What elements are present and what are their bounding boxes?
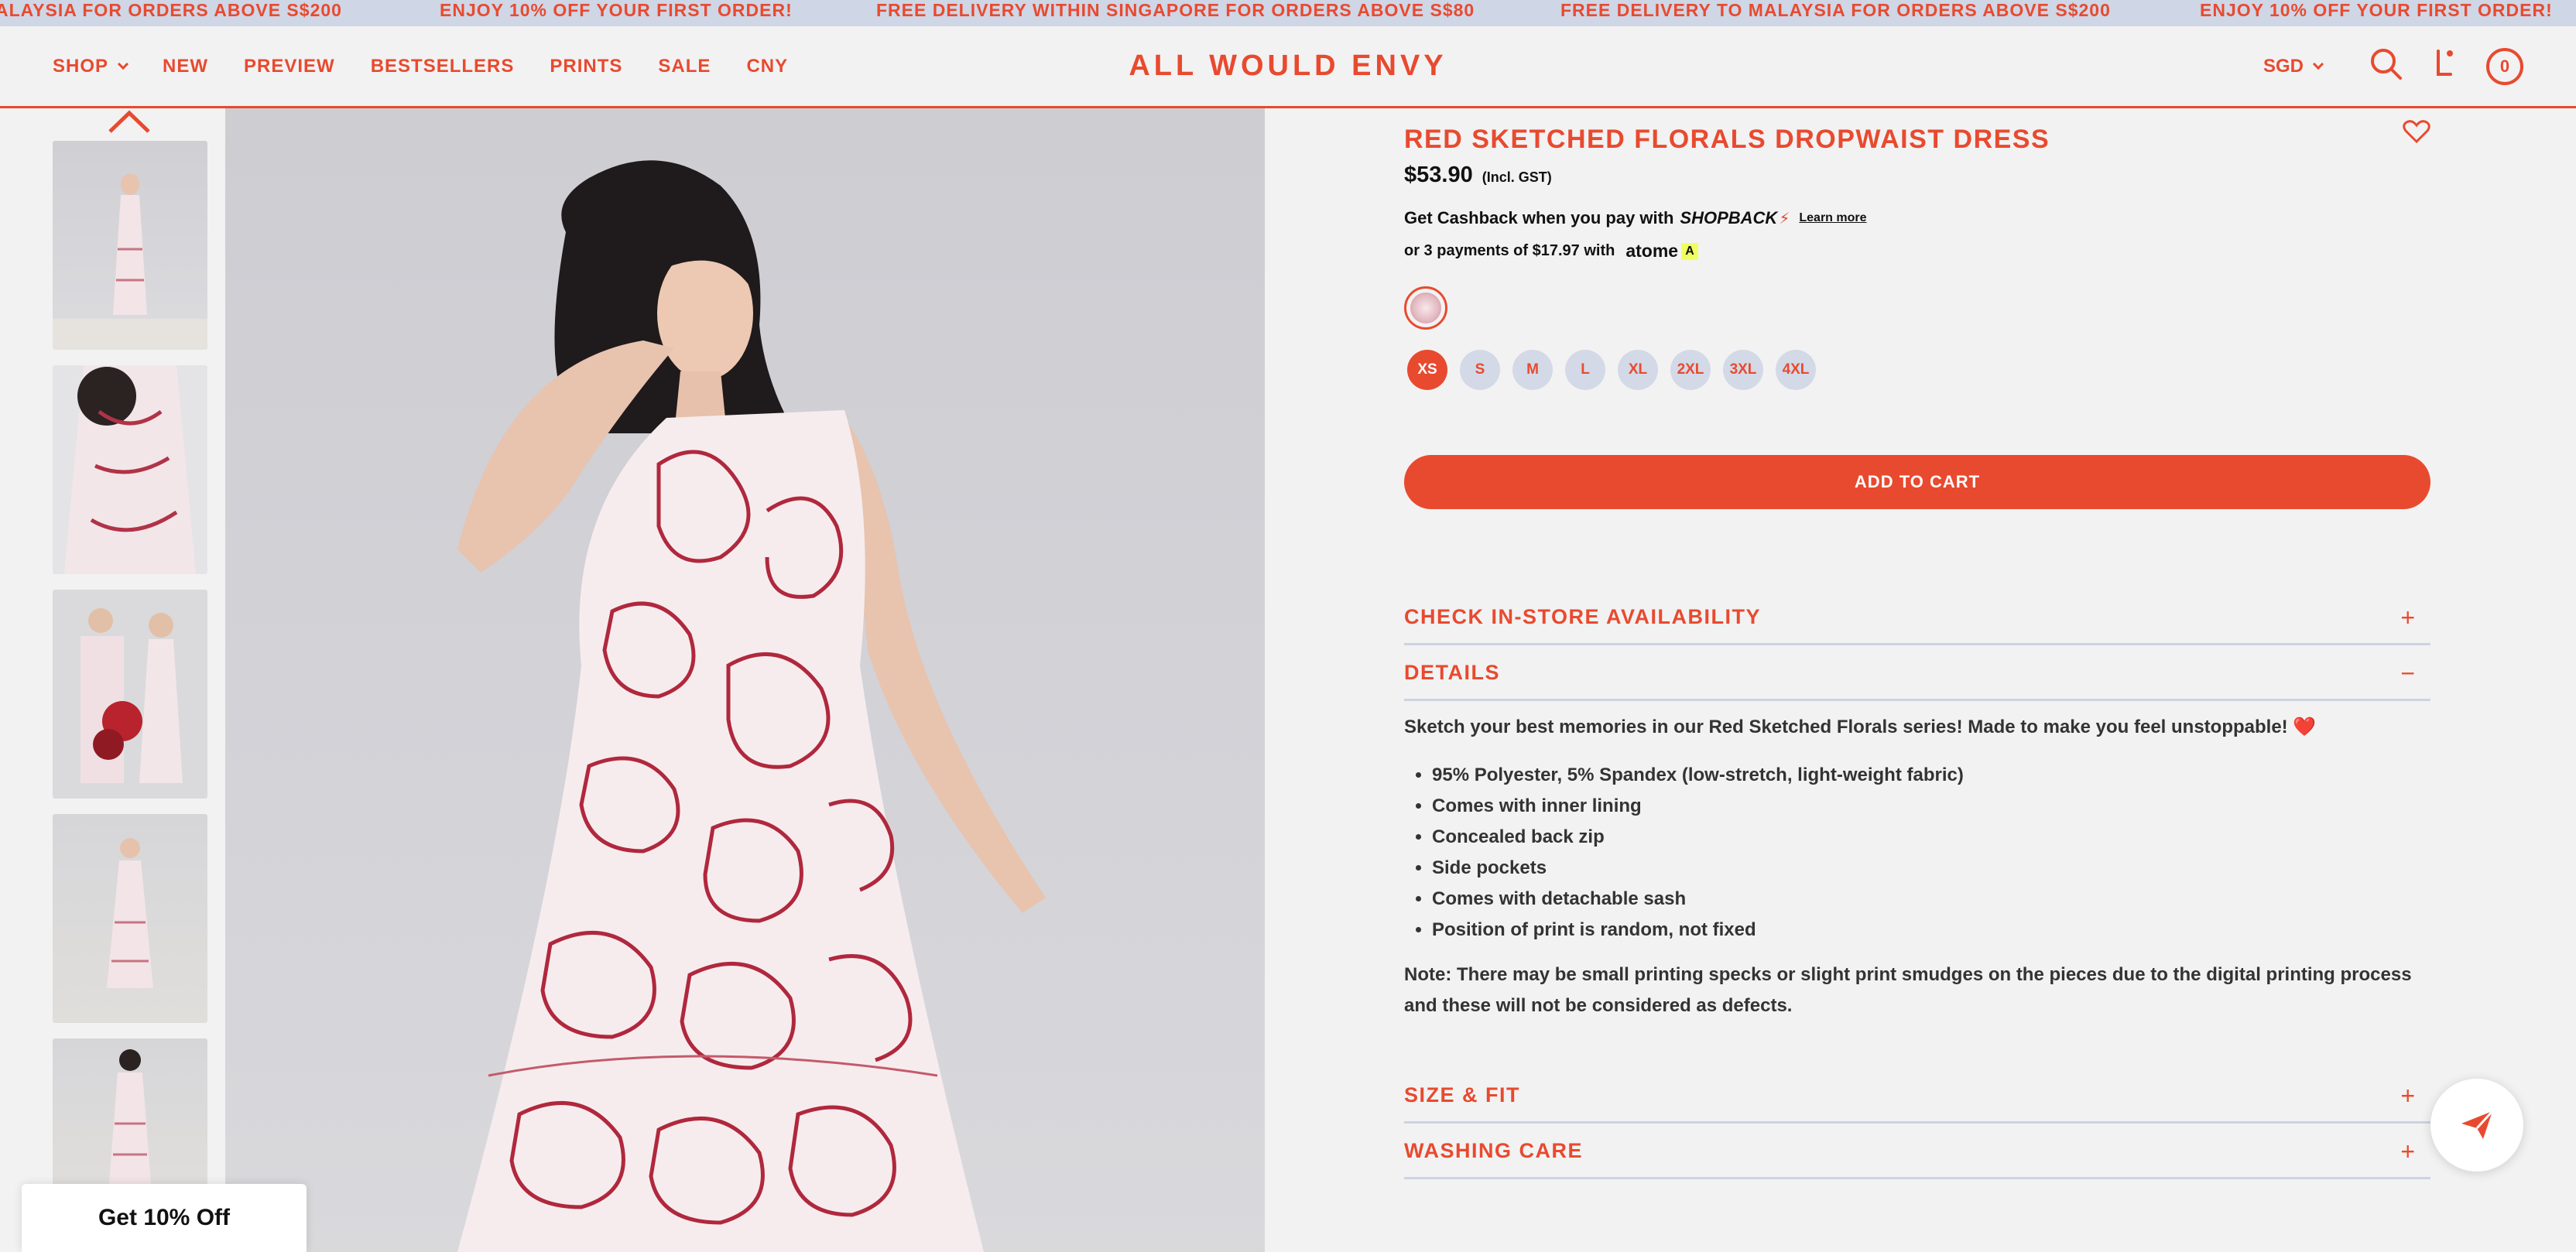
list-item: Concealed back zip <box>1432 822 2430 853</box>
announcement-text: ENJOY 10% OFF YOUR FIRST ORDER! <box>2200 0 2553 20</box>
details-list: 95% Polyester, 5% Spandex (low-stretch, … <box>1432 760 2430 946</box>
size-option-m[interactable]: M <box>1512 350 1553 390</box>
add-to-cart-button[interactable]: ADD TO CART <box>1404 455 2430 509</box>
accordion-instore-availability[interactable]: CHECK IN-STORE AVAILABILITY + <box>1404 590 2430 645</box>
announcement-bar: ALAYSIA FOR ORDERS ABOVE S$200 ENJOY 10%… <box>0 0 2576 26</box>
plus-icon: + <box>2400 604 2415 631</box>
size-option-s[interactable]: S <box>1460 350 1500 390</box>
shopback-logo: SHOPBACK <box>1680 208 1778 227</box>
cashback-text: Get Cashback when you pay with <box>1404 208 1674 227</box>
installments-row: or 3 payments of $17.97 with atome A <box>1404 241 2430 262</box>
details-content: Sketch your best memories in our Red Ske… <box>1404 712 2430 1021</box>
discount-popup-tab[interactable]: Get 10% Off <box>22 1184 307 1252</box>
currency-selector[interactable]: SGD <box>2263 56 2324 77</box>
product-price: $53.90 <box>1404 162 1473 187</box>
search-icon[interactable] <box>2367 45 2406 84</box>
accordion-title: SIZE & FIT <box>1404 1083 1520 1107</box>
main-product-image[interactable] <box>225 108 1265 1252</box>
announcement-text: ENJOY 10% OFF YOUR FIRST ORDER! <box>440 0 793 20</box>
learn-more-link[interactable]: Learn more <box>1799 211 1866 225</box>
list-item: Position of print is random, not fixed <box>1432 915 2430 946</box>
size-option-3xl[interactable]: 3XL <box>1723 350 1763 390</box>
cart-icon[interactable]: 0 <box>2486 48 2523 85</box>
currency-label: SGD <box>2263 56 2304 77</box>
product-info: RED SKETCHED FLORALS DROPWAIST DRESS $53… <box>1404 116 2430 1179</box>
announcement-text: FREE DELIVERY WITHIN SINGAPORE FOR ORDER… <box>876 0 1475 20</box>
accordion-size-fit[interactable]: SIZE & FIT + <box>1404 1068 2430 1124</box>
announcement-text: FREE DELIVERY TO MALAYSIA FOR ORDERS ABO… <box>1560 0 2111 20</box>
atome-label: atome <box>1625 241 1679 261</box>
cashback-row: Get Cashback when you pay with SHOPBACK … <box>1404 208 2430 228</box>
details-note: Note: There may be small printing specks… <box>1404 964 2412 1016</box>
accordion-details[interactable]: DETAILS − <box>1404 645 2430 701</box>
lightning-icon: ⚡ <box>1779 210 1790 227</box>
minus-icon: − <box>2400 659 2415 687</box>
size-option-xs[interactable]: XS <box>1407 350 1447 390</box>
product-thumbnail[interactable] <box>53 141 207 350</box>
installments-text: or 3 payments of $17.97 with <box>1404 242 1615 259</box>
product-thumbnail[interactable] <box>53 365 207 574</box>
chevron-down-icon <box>2312 58 2324 70</box>
account-icon[interactable] <box>2427 45 2466 84</box>
atome-badge-icon: A <box>1681 242 1699 260</box>
swatch-pattern <box>1410 292 1441 323</box>
accordion-title: DETAILS <box>1404 661 1500 684</box>
size-option-xl[interactable]: XL <box>1618 350 1658 390</box>
announcement-text: ALAYSIA FOR ORDERS ABOVE S$200 <box>0 0 342 20</box>
site-header: SHOP NEW PREVIEW BESTSELLERS PRINTS SALE… <box>0 26 2576 108</box>
size-option-4xl[interactable]: 4XL <box>1776 350 1816 390</box>
list-item: Side pockets <box>1432 853 2430 884</box>
atome-logo: atome A <box>1625 241 1699 262</box>
heart-icon[interactable] <box>2403 119 2430 144</box>
list-item: 95% Polyester, 5% Spandex (low-stretch, … <box>1432 760 2430 791</box>
product-thumbnail[interactable] <box>53 590 207 799</box>
site-logo[interactable]: ALL WOULD ENVY <box>0 50 2576 83</box>
cart-count: 0 <box>2499 56 2510 76</box>
accordion-washing-care[interactable]: WASHING CARE + <box>1404 1124 2430 1179</box>
list-item: Comes with inner lining <box>1432 791 2430 822</box>
product-thumbnail[interactable] <box>53 814 207 1023</box>
size-option-l[interactable]: L <box>1565 350 1605 390</box>
size-option-2xl[interactable]: 2XL <box>1670 350 1711 390</box>
product-thumbnail[interactable] <box>53 1038 207 1193</box>
send-icon <box>2461 1110 2494 1139</box>
details-intro: Sketch your best memories in our Red Ske… <box>1404 717 2317 737</box>
list-item: Comes with detachable sash <box>1432 884 2430 915</box>
plus-icon: + <box>2400 1082 2415 1110</box>
product-title: RED SKETCHED FLORALS DROPWAIST DRESS <box>1404 125 2050 154</box>
chevron-up-icon[interactable] <box>107 108 152 135</box>
size-selector: XS S M L XL 2XL 3XL 4XL <box>1407 350 1816 390</box>
accordion-title: WASHING CARE <box>1404 1139 1584 1162</box>
price-row: $53.90 (Incl. GST) <box>1404 162 2430 188</box>
accordion-title: CHECK IN-STORE AVAILABILITY <box>1404 605 1762 628</box>
plus-icon: + <box>2400 1137 2415 1165</box>
color-swatch[interactable] <box>1404 286 1447 330</box>
chat-button[interactable] <box>2430 1079 2523 1172</box>
price-note: (Incl. GST) <box>1482 169 1552 185</box>
